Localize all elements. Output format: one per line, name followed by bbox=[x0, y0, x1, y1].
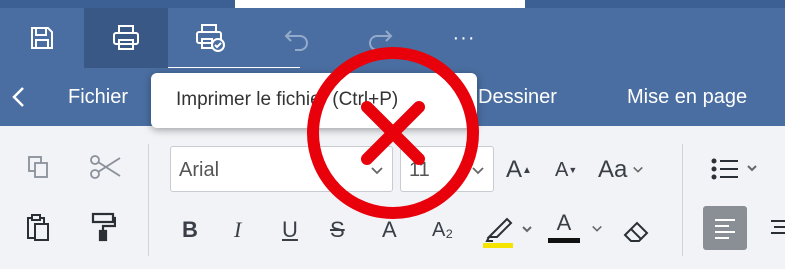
paste-icon[interactable] bbox=[24, 212, 52, 244]
font-name-value: Arial bbox=[179, 159, 220, 181]
grow-font-label: A bbox=[506, 156, 523, 183]
highlight-button[interactable] bbox=[480, 210, 538, 250]
subscript-label: A₂ bbox=[432, 218, 454, 241]
align-center-icon[interactable] bbox=[768, 214, 785, 244]
quick-print-button[interactable] bbox=[168, 8, 252, 68]
italic-button[interactable]: I bbox=[234, 208, 241, 252]
font-color-bar bbox=[548, 238, 580, 243]
print-button[interactable] bbox=[84, 8, 168, 68]
highlighter-icon bbox=[483, 217, 532, 248]
bullet-list-button[interactable] bbox=[708, 154, 768, 184]
cut-icon[interactable] bbox=[86, 150, 124, 184]
menu-item-dessiner[interactable]: Dessiner bbox=[478, 86, 557, 109]
save-button[interactable] bbox=[0, 8, 84, 68]
chevron-down-icon bbox=[633, 166, 644, 173]
align-left-icon bbox=[715, 219, 735, 239]
ribbon-separator bbox=[682, 144, 683, 256]
copy-icon[interactable] bbox=[24, 152, 52, 182]
italic-label: I bbox=[234, 217, 242, 242]
menu-item-fichier[interactable]: Fichier bbox=[68, 86, 128, 109]
title-strip bbox=[0, 0, 785, 8]
underline-label: U bbox=[282, 217, 298, 242]
title-strip-highlight bbox=[235, 0, 525, 8]
change-case-button[interactable]: Aa bbox=[598, 148, 644, 192]
save-icon bbox=[29, 25, 55, 51]
font-color-label: A bbox=[556, 210, 572, 235]
printer-icon bbox=[111, 24, 141, 52]
quick-print-icon bbox=[194, 23, 226, 53]
bold-label: B bbox=[182, 217, 198, 242]
shrink-font-label: A bbox=[555, 158, 569, 181]
align-left-button[interactable] bbox=[703, 206, 747, 250]
chevron-down-icon[interactable] bbox=[590, 222, 604, 236]
change-case-label: Aa bbox=[598, 156, 628, 183]
bold-button[interactable]: B bbox=[182, 208, 198, 252]
underline-button[interactable]: U bbox=[282, 208, 298, 252]
menu-item-mise-en-page[interactable]: Mise en page bbox=[627, 86, 747, 109]
format-painter-icon[interactable] bbox=[88, 210, 118, 244]
shrink-font-button[interactable]: A ▼ bbox=[555, 148, 577, 192]
eraser-icon[interactable] bbox=[618, 214, 654, 248]
red-x-overlay-icon bbox=[307, 47, 479, 219]
font-color-button[interactable]: A bbox=[548, 210, 580, 250]
ribbon-separator bbox=[148, 144, 149, 256]
grow-font-button[interactable]: A ▲ bbox=[506, 148, 532, 192]
chevron-left-icon[interactable] bbox=[10, 85, 28, 114]
